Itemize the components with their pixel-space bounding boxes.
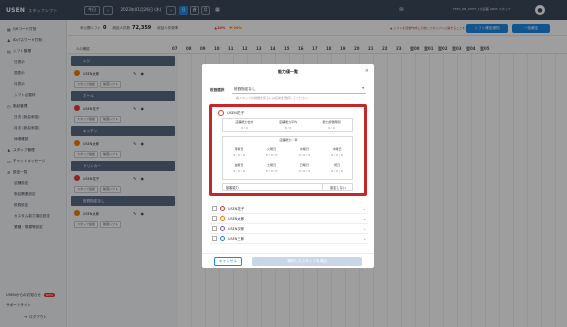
- table-header: 祝日: [334, 163, 341, 167]
- app-root: USEN スタッフシフト 今日 ‹ 2023年01月26日 (木) › 日 週 月…: [0, 0, 567, 327]
- table-header: 火曜日: [267, 147, 277, 151]
- add-staff-button[interactable]: 選択したスタッフを追加: [252, 257, 362, 266]
- staff-list: USEN花子 ⌄ USEN太郎 ⌄ USEN次郎 ⌄ USEN三郎 ⌄: [210, 204, 368, 244]
- list-item[interactable]: USEN次郎 ⌄: [210, 224, 368, 234]
- checkbox[interactable]: [212, 216, 217, 221]
- table-value: 0 / 0 / 0: [265, 169, 278, 173]
- table-value: 0 / 0: [284, 126, 292, 130]
- weekday-table-title: 店舗能力・率: [279, 138, 298, 142]
- table-value: 0 / 0 / 0: [331, 169, 343, 173]
- table-value: 0 / 0 / 0: [331, 153, 343, 157]
- table-header: 水曜日: [299, 147, 309, 151]
- avatar: [220, 236, 225, 241]
- modal-footer: キャンセル 選択したスタッフを追加: [202, 253, 374, 268]
- list-item-name: USEN花子: [228, 207, 245, 211]
- service-ability-value[interactable]: 設定しない: [322, 184, 353, 190]
- weekday-ability-table: 店舗能力・率 月曜日 0 / 0 / 0 火曜日 0 / 0 / 0 水曜日 0 / 0 …: [222, 136, 353, 180]
- chevron-down-icon[interactable]: ⌄: [363, 217, 366, 221]
- table-header: 月曜日: [234, 147, 244, 151]
- table-value: 0 / 0: [328, 126, 336, 130]
- table-header: 店舗能力平均: [279, 120, 298, 124]
- chevron-down-icon[interactable]: ⌄: [363, 237, 366, 241]
- service-ability-row: 接客能力 設定しない: [222, 183, 353, 191]
- modal-hint: 各スタッフの詳細を見るには名前を選択してください: [236, 96, 308, 100]
- checkbox[interactable]: [212, 236, 217, 241]
- avatar: [218, 110, 224, 116]
- table-header: 店舗能力合計: [235, 120, 254, 124]
- avatar: [220, 216, 225, 221]
- table-header: 土曜日: [267, 163, 277, 167]
- table-header: 金曜日: [234, 163, 244, 167]
- table-value: 0 / 0 / 0: [298, 153, 311, 157]
- table-value: 0 / 0 / 0: [233, 169, 245, 173]
- cancel-button[interactable]: キャンセル: [214, 257, 242, 266]
- avatar: [220, 206, 225, 211]
- checkbox[interactable]: [212, 226, 217, 231]
- top-ability-table: 店舗能力合計 0 / 0 店舗能力平均 0 / 0 能力評価時間 0 / 0: [222, 118, 353, 132]
- role-select[interactable]: 役割指定なし ▾: [232, 85, 366, 94]
- table-header: 木曜日: [332, 147, 342, 151]
- list-item-name: USEN太郎: [228, 217, 245, 221]
- card-staff-name[interactable]: USEN花子: [218, 110, 244, 116]
- list-item[interactable]: USEN太郎 ⌄: [210, 214, 368, 224]
- service-ability-label: 接客能力: [226, 186, 239, 190]
- staff-ability-card: USEN花子 店舗能力合計 0 / 0 店舗能力平均 0 / 0 能力評価時間 0 / 0…: [209, 104, 367, 196]
- chevron-down-icon: ▾: [362, 86, 364, 90]
- modal-title: 能力値一覧: [278, 69, 298, 74]
- table-value: 0 / 0: [241, 126, 248, 130]
- chevron-down-icon[interactable]: ⌄: [363, 227, 366, 231]
- checkbox[interactable]: [212, 206, 217, 211]
- close-icon[interactable]: ×: [365, 68, 369, 74]
- list-item-name: USEN次郎: [228, 227, 245, 231]
- table-value: 0 / 0 / 0: [265, 153, 278, 157]
- table-value: 0 / 0 / 0: [233, 153, 245, 157]
- table-header: 日曜日: [299, 163, 309, 167]
- ability-modal: 能力値一覧 × 役割選択 役割指定なし ▾ 各スタッフの詳細を見るには名前を選択し…: [202, 64, 374, 268]
- table-value: 0 / 0 / 0: [298, 169, 311, 173]
- table-header: 能力評価時間: [322, 120, 341, 124]
- list-item[interactable]: USEN三郎 ⌄: [210, 234, 368, 244]
- avatar: [220, 226, 225, 231]
- chevron-down-icon[interactable]: ⌄: [363, 207, 366, 211]
- list-item-name: USEN三郎: [228, 237, 245, 241]
- list-item[interactable]: USEN花子 ⌄: [210, 204, 368, 214]
- role-select-label: 役割選択: [210, 88, 225, 92]
